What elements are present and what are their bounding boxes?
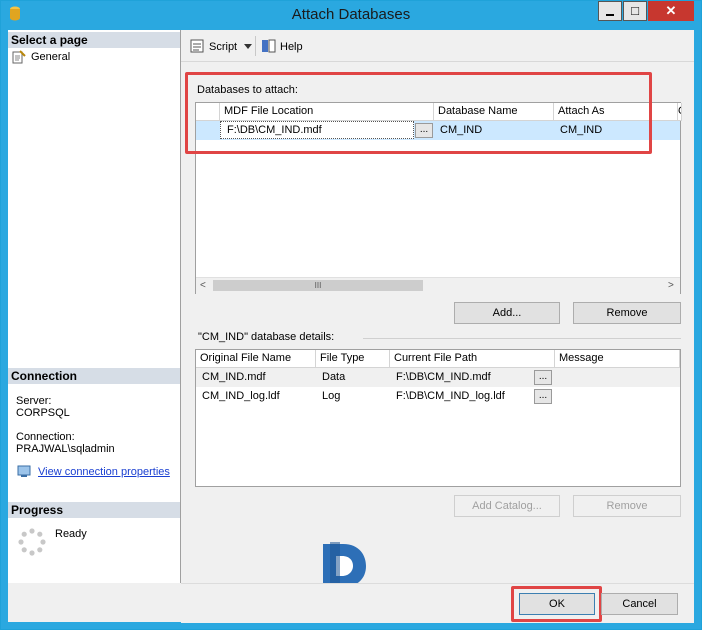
current-file-path-cell[interactable]: F:\DB\CM_IND_log.ldf [390,388,532,406]
progress-spinner-icon [17,527,47,557]
progress-status: Ready [55,528,87,540]
scroll-thumb[interactable]: III [213,280,423,291]
remove-file-button[interactable]: Remove [573,495,681,517]
scroll-right-arrow-icon[interactable]: > [668,280,674,291]
script-icon [190,39,206,53]
script-button[interactable]: Script [209,41,237,53]
connection-label: Connection: [16,431,75,443]
left-pane [8,30,181,583]
message-cell [555,388,680,406]
close-icon: ✕ [665,3,677,18]
script-dropdown-arrow-icon[interactable] [244,44,252,49]
connection-header: Connection [8,368,180,384]
cancel-button[interactable]: Cancel [601,593,678,615]
column-file-type[interactable]: File Type [316,350,390,368]
maximize-button[interactable]: □ [623,1,647,21]
progress-header: Progress [8,502,180,518]
browse-file-path-button[interactable]: ... [534,389,552,404]
database-details-label: "CM_IND" database details: [198,331,335,343]
current-file-path-cell[interactable]: F:\DB\CM_IND.mdf [390,369,532,387]
file-type-cell: Data [322,371,346,383]
original-file-name-cell: CM_IND_log.ldf [202,390,280,402]
view-connection-properties-link[interactable]: View connection properties [38,466,170,478]
toolbar [181,31,694,62]
scroll-left-arrow-icon[interactable]: < [200,280,206,291]
maximize-icon: □ [631,3,639,18]
table-row[interactable]: CM_IND.mdf Data F:\DB\CM_IND.mdf ... [196,368,680,387]
connection-properties-icon [17,465,33,478]
minimize-button[interactable] [598,1,622,21]
column-original-file-name[interactable]: Original File Name [196,350,316,368]
highlight-databases-to-attach [185,72,652,154]
select-page-header: Select a page [8,32,180,48]
add-button[interactable]: Add... [454,302,560,324]
remove-database-button[interactable]: Remove [573,302,681,324]
column-owner[interactable]: O [678,103,682,121]
file-type-cell: Log [322,390,341,402]
details-grid: Original File Name File Type Current Fil… [195,349,681,487]
horizontal-scrollbar[interactable]: < III > [196,277,680,294]
help-icon [261,39,277,53]
general-page-icon [12,50,26,64]
server-label: Server: [16,395,52,407]
close-button[interactable]: ✕ [648,1,694,21]
details-separator [363,338,681,339]
window-title: Attach Databases [291,6,411,23]
connection-value: PRAJWAL\sqladmin [16,443,115,455]
column-message[interactable]: Message [555,350,680,368]
message-cell [555,369,680,387]
minimize-icon [606,14,614,16]
highlight-ok-button [511,586,602,622]
column-current-file-path[interactable]: Current File Path [390,350,555,368]
browse-file-path-button[interactable]: ... [534,370,552,385]
table-row[interactable]: CM_IND_log.ldf Log F:\DB\CM_IND_log.ldf … [196,387,680,406]
page-general[interactable]: General [31,51,70,63]
add-catalog-button[interactable]: Add Catalog... [454,495,560,517]
original-file-name-cell: CM_IND.mdf [202,371,266,383]
server-value: CORPSQL [16,407,70,419]
help-button[interactable]: Help [280,41,303,53]
toolbar-separator [255,36,256,56]
